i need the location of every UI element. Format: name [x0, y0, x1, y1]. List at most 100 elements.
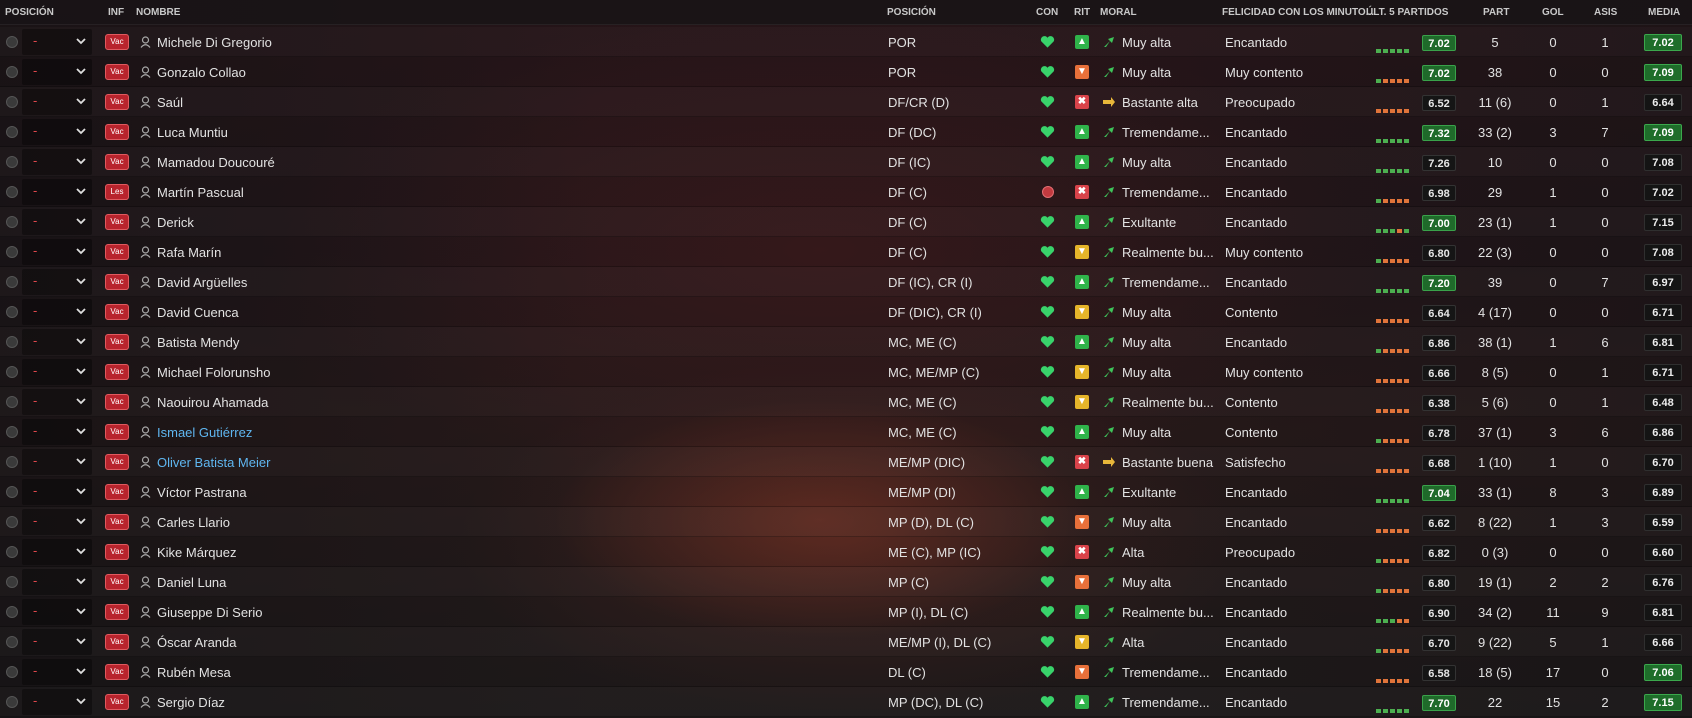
table-row[interactable]: - Vac Mamadou Doucouré DF (IC) ▲ Muy alt…	[0, 147, 1692, 177]
header-name[interactable]: NOMBRE	[136, 7, 180, 18]
player-name-link[interactable]: Michael Folorunsho	[157, 365, 270, 380]
row-select-checkbox[interactable]	[6, 156, 18, 168]
chevron-down-icon[interactable]	[75, 274, 87, 288]
status-badge[interactable]: Vac	[105, 544, 129, 560]
header-avg[interactable]: MEDIA	[1648, 7, 1680, 18]
status-badge[interactable]: Vac	[105, 124, 129, 140]
status-badge[interactable]: Vac	[105, 394, 129, 410]
row-select-checkbox[interactable]	[6, 486, 18, 498]
chevron-down-icon[interactable]	[75, 514, 87, 528]
player-name-link[interactable]: Carles Llario	[157, 515, 230, 530]
table-row[interactable]: - Vac Batista Mendy MC, ME (C) ▲ Muy alt…	[0, 327, 1692, 357]
table-row[interactable]: - Vac Luca Muntiu DF (DC) ▲ Tremendame..…	[0, 117, 1692, 147]
player-name-link[interactable]: David Argüelles	[157, 275, 247, 290]
table-row[interactable]: - Vac Michael Folorunsho MC, ME/MP (C) ▼…	[0, 357, 1692, 387]
status-badge[interactable]: Vac	[105, 694, 129, 710]
header-sharpness[interactable]: RIT	[1074, 7, 1090, 18]
table-row[interactable]: - Vac Óscar Aranda ME/MP (I), DL (C) ▼ A…	[0, 627, 1692, 657]
player-name-link[interactable]: Oliver Batista Meier	[157, 455, 270, 470]
status-badge[interactable]: Vac	[105, 244, 129, 260]
header-assists[interactable]: ASIS	[1594, 7, 1617, 18]
table-row[interactable]: - Vac Derick DF (C) ▲ Exultante Encantad…	[0, 207, 1692, 237]
row-select-checkbox[interactable]	[6, 366, 18, 378]
player-name-link[interactable]: Batista Mendy	[157, 335, 239, 350]
table-row[interactable]: - Vac Naouirou Ahamada MC, ME (C) ▼ Real…	[0, 387, 1692, 417]
player-name-link[interactable]: Saúl	[157, 95, 183, 110]
table-row[interactable]: - Vac Kike Márquez ME (C), MP (IC) ✖ Alt…	[0, 537, 1692, 567]
header-apps[interactable]: PART	[1483, 7, 1509, 18]
player-name-link[interactable]: Kike Márquez	[157, 545, 236, 560]
player-name-link[interactable]: Víctor Pastrana	[157, 485, 247, 500]
row-select-checkbox[interactable]	[6, 606, 18, 618]
header-positions[interactable]: POSICIÓN	[887, 7, 936, 18]
row-select-checkbox[interactable]	[6, 516, 18, 528]
chevron-down-icon[interactable]	[75, 124, 87, 138]
chevron-down-icon[interactable]	[75, 694, 87, 708]
row-select-checkbox[interactable]	[6, 126, 18, 138]
row-select-checkbox[interactable]	[6, 336, 18, 348]
header-goals[interactable]: GOL	[1542, 7, 1564, 18]
player-name-link[interactable]: Martín Pascual	[157, 185, 244, 200]
chevron-down-icon[interactable]	[75, 574, 87, 588]
status-badge[interactable]: Vac	[105, 634, 129, 650]
chevron-down-icon[interactable]	[75, 94, 87, 108]
status-badge[interactable]: Vac	[105, 484, 129, 500]
table-row[interactable]: - Vac Sergio Díaz MP (DC), DL (C) ▲ Trem…	[0, 687, 1692, 717]
row-select-checkbox[interactable]	[6, 426, 18, 438]
row-select-checkbox[interactable]	[6, 216, 18, 228]
row-select-checkbox[interactable]	[6, 666, 18, 678]
table-row[interactable]: - Vac David Argüelles DF (IC), CR (I) ▲ …	[0, 267, 1692, 297]
player-name-link[interactable]: Rubén Mesa	[157, 665, 231, 680]
row-select-checkbox[interactable]	[6, 276, 18, 288]
player-name-link[interactable]: Rafa Marín	[157, 245, 221, 260]
table-row[interactable]: - Vac Víctor Pastrana ME/MP (DI) ▲ Exult…	[0, 477, 1692, 507]
row-select-checkbox[interactable]	[6, 396, 18, 408]
table-row[interactable]: - Vac Ismael Gutiérrez MC, ME (C) ▲ Muy …	[0, 417, 1692, 447]
status-badge[interactable]: Vac	[105, 424, 129, 440]
table-row[interactable]: - Vac Carles Llario MP (D), DL (C) ▼ Muy…	[0, 507, 1692, 537]
status-badge[interactable]: Vac	[105, 214, 129, 230]
header-condition[interactable]: CON	[1036, 7, 1058, 18]
status-badge[interactable]: Vac	[105, 154, 129, 170]
row-select-checkbox[interactable]	[6, 696, 18, 708]
header-morale[interactable]: MORAL	[1100, 7, 1137, 18]
chevron-down-icon[interactable]	[75, 484, 87, 498]
status-badge[interactable]: Vac	[105, 514, 129, 530]
player-name-link[interactable]: Óscar Aranda	[157, 635, 237, 650]
row-select-checkbox[interactable]	[6, 636, 18, 648]
chevron-down-icon[interactable]	[75, 664, 87, 678]
player-name-link[interactable]: Luca Muntiu	[157, 125, 228, 140]
table-row[interactable]: - Vac David Cuenca DF (DIC), CR (I) ▼ Mu…	[0, 297, 1692, 327]
status-badge[interactable]: Vac	[105, 64, 129, 80]
player-name-link[interactable]: Naouirou Ahamada	[157, 395, 268, 410]
status-badge[interactable]: Vac	[105, 454, 129, 470]
player-name-link[interactable]: Mamadou Doucouré	[157, 155, 275, 170]
row-select-checkbox[interactable]	[6, 456, 18, 468]
table-row[interactable]: - Vac Saúl DF/CR (D) ✖ Bastante alta Pre…	[0, 87, 1692, 117]
status-badge[interactable]: Vac	[105, 364, 129, 380]
chevron-down-icon[interactable]	[75, 64, 87, 78]
table-row[interactable]: - Vac Michele Di Gregorio POR ▲ Muy alta…	[0, 27, 1692, 57]
chevron-down-icon[interactable]	[75, 214, 87, 228]
status-badge[interactable]: Vac	[105, 574, 129, 590]
table-row[interactable]: - Les Martín Pascual DF (C) ✖ Tremendame…	[0, 177, 1692, 207]
row-select-checkbox[interactable]	[6, 576, 18, 588]
header-happiness[interactable]: FELICIDAD CON LOS MINUTO...	[1222, 7, 1374, 18]
player-name-link[interactable]: Derick	[157, 215, 194, 230]
chevron-down-icon[interactable]	[75, 454, 87, 468]
chevron-down-icon[interactable]	[75, 364, 87, 378]
row-select-checkbox[interactable]	[6, 186, 18, 198]
status-badge[interactable]: Vac	[105, 334, 129, 350]
chevron-down-icon[interactable]	[75, 544, 87, 558]
chevron-down-icon[interactable]	[75, 334, 87, 348]
row-select-checkbox[interactable]	[6, 96, 18, 108]
table-row[interactable]: - Vac Rubén Mesa DL (C) ▼ Tremendame... …	[0, 657, 1692, 687]
row-select-checkbox[interactable]	[6, 546, 18, 558]
chevron-down-icon[interactable]	[75, 304, 87, 318]
row-select-checkbox[interactable]	[6, 306, 18, 318]
row-select-checkbox[interactable]	[6, 246, 18, 258]
player-name-link[interactable]: Giuseppe Di Serio	[157, 605, 263, 620]
chevron-down-icon[interactable]	[75, 634, 87, 648]
header-inf[interactable]: INF	[108, 7, 124, 18]
chevron-down-icon[interactable]	[75, 394, 87, 408]
